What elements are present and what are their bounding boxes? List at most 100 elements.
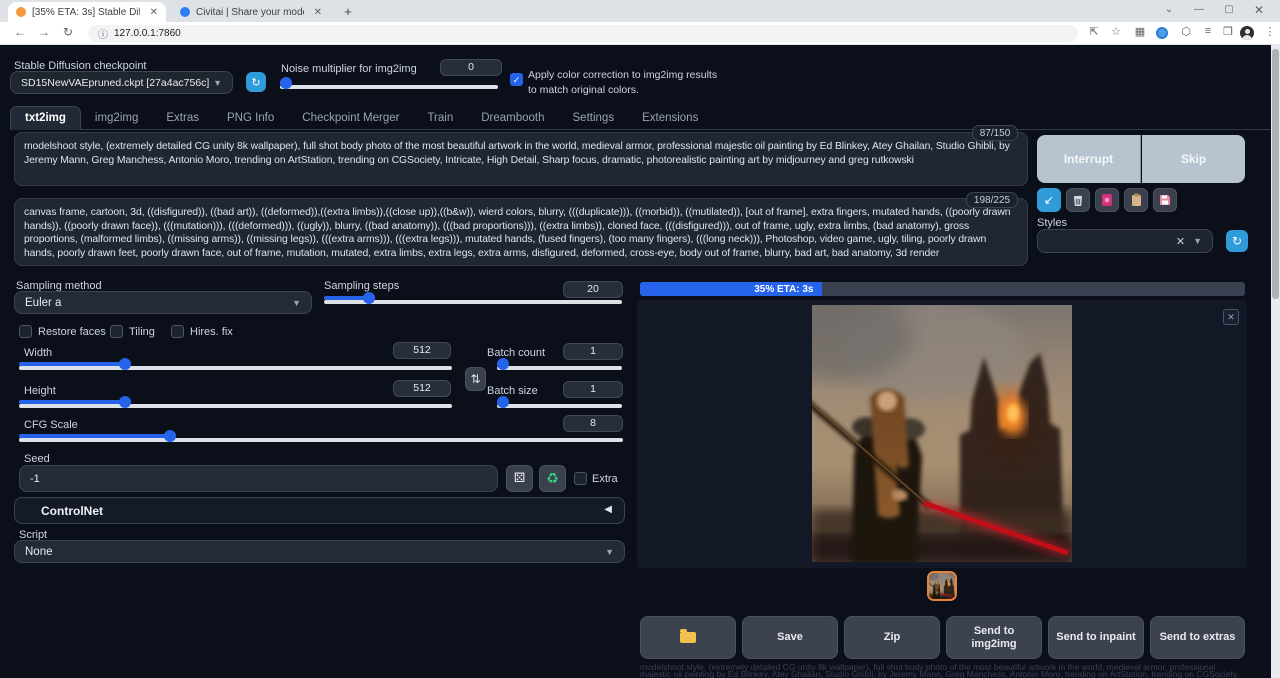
tab-settings[interactable]: Settings [559,107,629,129]
save-style-floppy-button[interactable] [1153,188,1177,212]
url-text: 127.0.0.1:7860 [114,28,181,39]
color-correction-checkbox[interactable]: ✓ [510,73,523,86]
apply-styles-clipboard-button[interactable] [1124,188,1148,212]
restore-faces-checkbox[interactable] [19,325,32,338]
civitai-favicon [180,7,190,17]
negative-prompt-input[interactable]: canvas frame, cartoon, 3d, ((disfigured)… [14,198,1028,266]
controlnet-label: ControlNet [41,504,103,518]
stable-diffusion-webui: Stable Diffusion checkpoint SD15NewVAEpr… [0,45,1280,678]
tab-png-info[interactable]: PNG Info [213,107,288,129]
address-bar[interactable]: ⓘ 127.0.0.1:7860 [88,25,1078,42]
extra-seed-checkbox[interactable] [574,472,587,485]
height-value[interactable]: 512 [393,380,451,397]
tab-dreambooth[interactable]: Dreambooth [467,107,558,129]
tiling-checkbox[interactable] [110,325,123,338]
sampling-method-dropdown[interactable]: Euler a ▼ [14,291,312,314]
styles-dropdown[interactable]: ✕ ▼ [1037,229,1213,253]
send-to-img2img-button[interactable]: Send to img2img [946,616,1042,659]
side-panel-icon[interactable]: ❐ [1220,25,1236,38]
progress-label: 35% ETA: 3s [754,284,813,295]
controlnet-accordion[interactable]: ControlNet ◀ [14,497,625,524]
bookmark-star-icon[interactable]: ☆ [1108,25,1124,38]
reload-icon[interactable]: ↻ [60,25,76,39]
checkpoint-value: SD15NewVAEpruned.ckpt [27a4ac756c] [21,77,209,89]
hires-fix-checkbox[interactable] [171,325,184,338]
chevron-down-icon: ▼ [292,298,301,308]
swap-dimensions-button[interactable]: ⇅ [465,367,486,391]
browser-tab-civitai[interactable]: Civitai | Share your models ✕ [172,2,330,22]
refresh-styles-button[interactable]: ↻ [1226,230,1248,252]
width-value[interactable]: 512 [393,342,451,359]
menu-dots-icon[interactable]: ⋮ [1262,25,1278,38]
clear-styles-icon[interactable]: ✕ [1176,235,1185,248]
tab-train[interactable]: Train [413,107,467,129]
save-button[interactable]: Save [742,616,838,659]
zip-button[interactable]: Zip [844,616,940,659]
cfg-scale-slider[interactable] [19,434,623,446]
sampling-steps-slider[interactable] [324,296,622,308]
tab-checkpoint-merger[interactable]: Checkpoint Merger [288,107,413,129]
maximize-icon[interactable]: ▢ [1214,0,1244,22]
tab-close-icon[interactable]: ✕ [150,7,158,18]
gallery-thumbnail[interactable] [927,571,957,601]
share-icon[interactable]: ⇱ [1086,25,1102,38]
batch-size-value[interactable]: 1 [563,381,623,398]
interrupt-button[interactable]: Interrupt [1037,135,1141,183]
back-icon[interactable]: ← [12,25,28,39]
extra-networks-card-button[interactable] [1095,188,1119,212]
close-image-icon[interactable]: ✕ [1223,309,1239,325]
cfg-scale-value[interactable]: 8 [563,415,623,432]
batch-count-slider[interactable] [497,362,622,374]
script-dropdown[interactable]: None ▼ [14,540,625,563]
batch-count-value[interactable]: 1 [563,343,623,360]
height-slider[interactable] [19,400,452,412]
new-tab-button[interactable]: + [340,4,356,20]
width-slider[interactable] [19,362,452,374]
paste-generation-params-button[interactable]: ↙ [1037,188,1061,212]
tab-txt2img[interactable]: txt2img [10,106,81,130]
extension-grid-icon[interactable]: ▦ [1132,25,1148,38]
chevron-down-icon: ▼ [213,78,222,88]
send-to-inpaint-button[interactable]: Send to inpaint [1048,616,1144,659]
scrollbar-thumb[interactable] [1272,49,1279,299]
tab-extensions[interactable]: Extensions [628,107,712,129]
noise-multiplier-value[interactable]: 0 [440,59,502,76]
forward-icon[interactable]: → [36,25,52,39]
tab-close-icon[interactable]: ✕ [314,7,322,18]
height-label: Height [24,385,56,397]
checkpoint-dropdown[interactable]: SD15NewVAEpruned.ckpt [27a4ac756c] ▼ [10,71,233,94]
generated-image[interactable] [812,305,1072,562]
chevron-down-icon: ▼ [605,547,614,557]
seed-label: Seed [24,453,50,465]
hires-fix-label: Hires. fix [190,326,233,338]
noise-multiplier-slider[interactable] [280,81,498,93]
open-folder-button[interactable] [640,616,736,659]
tab-extras[interactable]: Extras [152,107,213,129]
prompt-input[interactable]: modelshoot style, (extremely detailed CG… [14,132,1028,186]
refresh-checkpoint-button[interactable]: ↻ [246,72,266,92]
random-seed-dice-button[interactable]: ⚄ [506,465,533,492]
restore-faces-label: Restore faces [38,326,106,338]
clear-prompt-trash-button[interactable] [1066,188,1090,212]
window-close-icon[interactable]: ✕ [1244,0,1274,22]
send-to-extras-button[interactable]: Send to extras [1150,616,1245,659]
extensions-puzzle-icon[interactable]: ⬡ [1178,25,1194,38]
seed-input[interactable] [19,465,498,492]
skip-button[interactable]: Skip [1142,135,1245,183]
styles-label: Styles [1037,217,1067,229]
browser-tab-stable-diffusion[interactable]: [35% ETA: 3s] Stable Diffusion ✕ [8,2,166,22]
site-info-icon[interactable]: ⓘ [98,26,108,41]
page-scrollbar[interactable] [1271,45,1280,678]
tab-search-icon[interactable]: ⌄ [1154,0,1184,22]
extension-blue-icon[interactable] [1156,27,1168,39]
reading-list-icon[interactable]: ≡ [1200,25,1216,37]
profile-avatar[interactable] [1240,26,1254,40]
generation-info-text: modelshoot style, (extremely detailed CG… [640,664,1245,678]
batch-size-slider[interactable] [497,400,622,412]
tab-img2img[interactable]: img2img [81,107,152,129]
browser-tabstrip: [35% ETA: 3s] Stable Diffusion ✕ Civitai… [0,0,1280,22]
chevron-down-icon: ▼ [1193,236,1202,246]
batch-count-label: Batch count [487,347,545,359]
minimize-icon[interactable]: — [1184,0,1214,22]
reuse-seed-recycle-button[interactable]: ♻ [539,465,566,492]
